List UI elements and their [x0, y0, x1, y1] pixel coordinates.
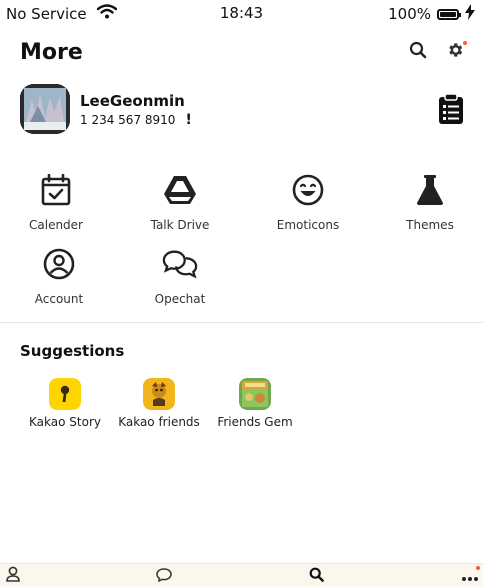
profile-name: LeeGeonmin — [80, 92, 185, 110]
suggestion-label: Kakao Story — [29, 415, 101, 429]
user-circle-icon — [41, 246, 77, 282]
gear-icon — [446, 41, 464, 63]
tab-chats[interactable] — [154, 567, 174, 586]
menu-themes[interactable]: Themes — [370, 172, 483, 238]
battery-percent: 100% — [388, 5, 431, 23]
menu-emoticons[interactable]: Emoticons — [248, 172, 368, 238]
menu-label: Account — [34, 292, 84, 306]
new-badge-dot — [463, 41, 467, 45]
status-right: 100% — [388, 4, 475, 24]
more-badge-dot — [476, 566, 480, 570]
tab-search[interactable] — [306, 567, 326, 586]
profile-row[interactable]: LeeGeonmin 1 234 567 8910 ! — [20, 84, 465, 134]
clipboard-button[interactable] — [437, 93, 465, 125]
tab-more[interactable] — [460, 566, 480, 584]
suggestion-kakao-friends[interactable]: Kakao friends — [109, 378, 209, 429]
chat-tab-icon — [156, 567, 172, 586]
calendar-check-icon — [38, 172, 74, 208]
menu-label: Talk Drive — [150, 218, 210, 232]
menu-openchat[interactable]: Opechat — [120, 246, 240, 312]
battery-icon — [437, 8, 461, 20]
menu-label: Calender — [29, 218, 83, 232]
tab-friends[interactable] — [3, 566, 23, 586]
search-tab-icon — [309, 567, 324, 586]
suggestion-friends-gem[interactable]: Friends Gem — [205, 378, 305, 429]
chat-bubbles-icon — [162, 246, 198, 282]
person-tab-icon — [6, 566, 20, 586]
clipboard-icon — [437, 93, 465, 129]
settings-button[interactable] — [444, 41, 467, 63]
page-title: More — [20, 40, 83, 65]
menu-talk-drive[interactable]: Talk Drive — [120, 172, 240, 238]
suggestion-label: Kakao friends — [118, 415, 200, 429]
menu-account[interactable]: Account — [0, 246, 119, 312]
smiley-icon — [290, 172, 326, 208]
profile-phone-row: 1 234 567 8910 ! — [80, 112, 192, 128]
suggestion-kakao-story[interactable]: Kakao Story — [15, 378, 115, 429]
friends-gem-icon — [239, 378, 271, 410]
suggestion-label: Friends Gem — [217, 415, 293, 429]
kakao-story-icon — [49, 378, 81, 410]
menu-label: Themes — [406, 218, 454, 232]
status-bar: No Service 18:43 100% — [0, 0, 483, 28]
drive-icon — [162, 172, 198, 208]
kakao-friends-icon — [143, 378, 175, 410]
menu-label: Emoticons — [276, 218, 340, 232]
divider — [0, 322, 483, 323]
menu-calendar[interactable]: Calender — [0, 172, 116, 238]
tab-bar — [0, 563, 483, 587]
search-icon — [409, 41, 427, 63]
search-button[interactable] — [407, 41, 429, 63]
menu-label: Opechat — [154, 292, 206, 306]
avatar[interactable] — [20, 84, 70, 134]
suggestions-title: Suggestions — [20, 342, 125, 360]
profile-phone: 1 234 567 8910 — [80, 113, 176, 127]
charging-bolt-icon — [465, 4, 475, 24]
flask-icon — [412, 172, 448, 208]
phone-alert-icon: ! — [185, 112, 192, 128]
